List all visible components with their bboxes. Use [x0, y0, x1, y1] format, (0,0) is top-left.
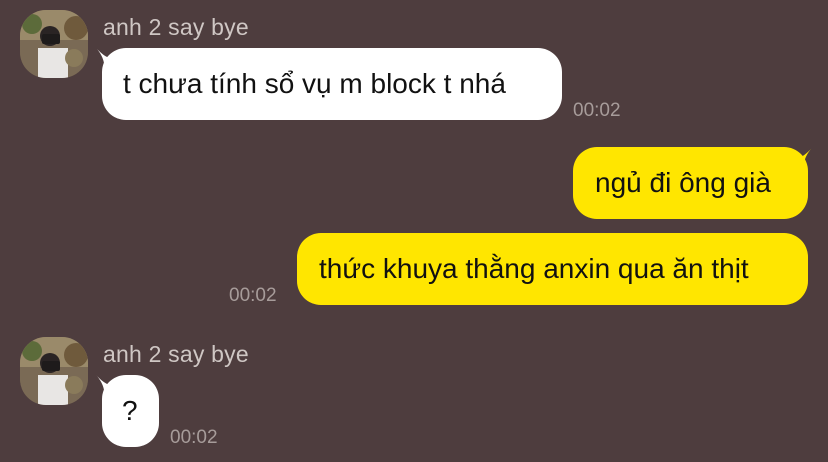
message-text: ?	[122, 395, 138, 426]
sender-name: anh 2 say bye	[103, 14, 249, 40]
outgoing-message-bubble[interactable]: ngủ đi ông già	[573, 147, 808, 219]
incoming-message-bubble[interactable]: ?	[102, 375, 159, 447]
incoming-message-bubble[interactable]: t chưa tính sổ vụ m block t nhá	[102, 48, 562, 120]
outgoing-message-bubble[interactable]: thức khuya thằng anxin qua ăn thịt	[297, 233, 808, 305]
message-time: 00:02	[170, 427, 218, 448]
sender-avatar[interactable]	[20, 10, 88, 78]
message-time: 00:02	[573, 100, 621, 121]
message-text: t chưa tính sổ vụ m block t nhá	[123, 68, 506, 99]
sender-avatar[interactable]	[20, 337, 88, 405]
sender-name: anh 2 say bye	[103, 341, 249, 367]
chat-area: anh 2 say bye t chưa tính sổ vụ m block …	[0, 0, 828, 462]
message-text: ngủ đi ông già	[595, 167, 771, 198]
message-time: 00:02	[229, 285, 277, 306]
message-text: thức khuya thằng anxin qua ăn thịt	[319, 253, 749, 284]
